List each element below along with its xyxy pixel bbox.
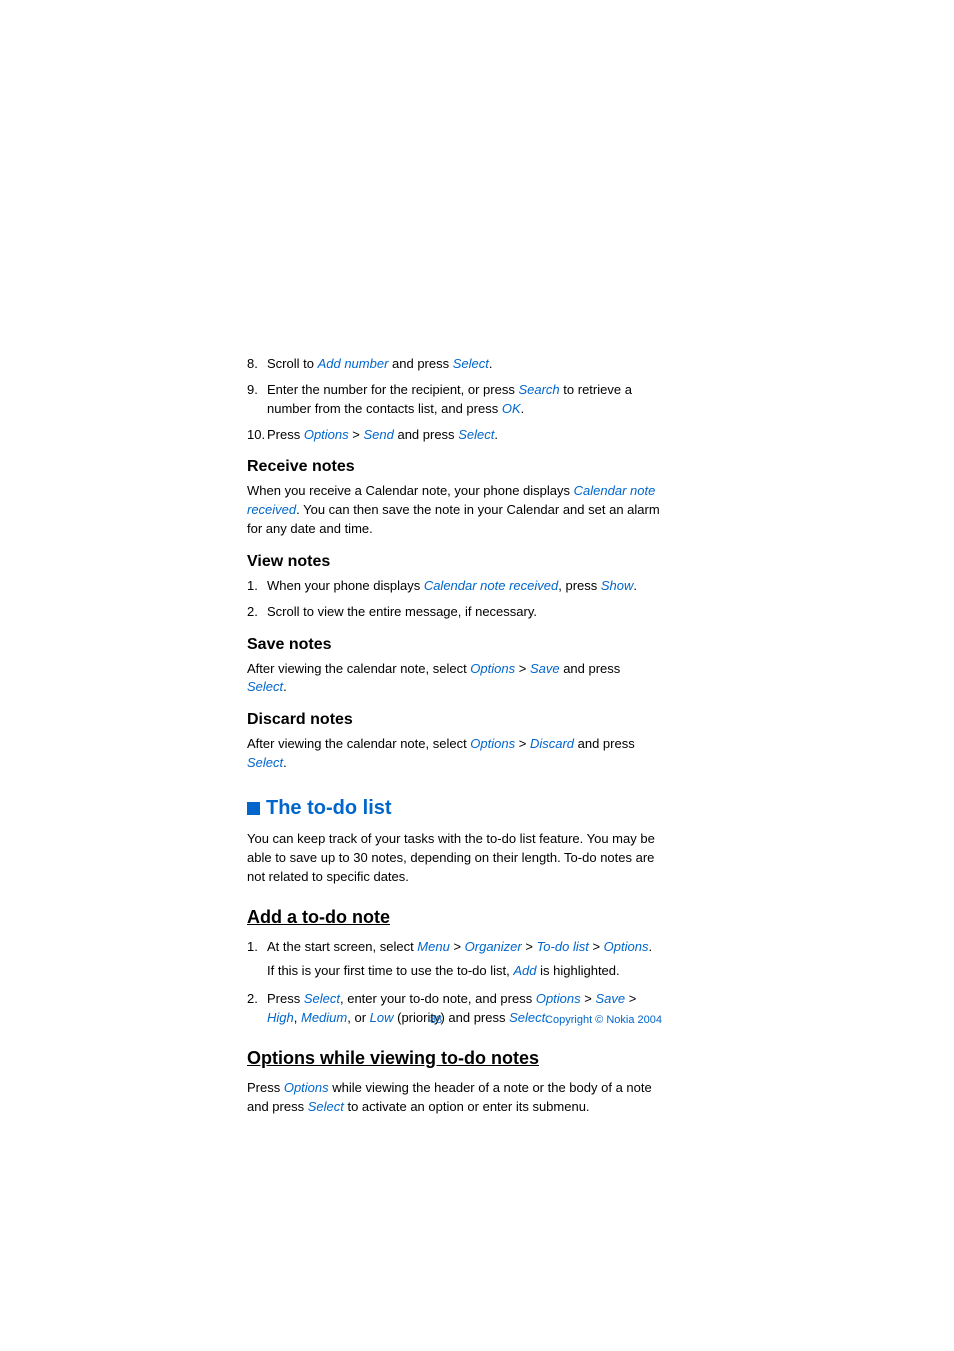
menu-link[interactable]: Menu bbox=[417, 939, 450, 954]
section-marker-icon bbox=[247, 802, 260, 815]
search-link[interactable]: Search bbox=[518, 382, 559, 397]
step-9: 9. Enter the number for the recipient, o… bbox=[247, 381, 662, 419]
select-link[interactable]: Select bbox=[453, 356, 489, 371]
save-notes-heading: Save notes bbox=[247, 636, 662, 654]
step-text: Scroll to Add number and press Select. bbox=[267, 355, 662, 374]
select-link[interactable]: Select bbox=[458, 427, 494, 442]
options-viewing-text: Press Options while viewing the header o… bbox=[247, 1079, 662, 1117]
step-text: When your phone displays Calendar note r… bbox=[267, 577, 662, 596]
send-link[interactable]: Send bbox=[363, 427, 393, 442]
options-link[interactable]: Options bbox=[284, 1080, 329, 1095]
addnote-step-1: 1. At the start screen, select Menu > Or… bbox=[247, 938, 662, 984]
add-todo-heading: Add a to-do note bbox=[247, 907, 662, 928]
options-link[interactable]: Options bbox=[470, 736, 515, 751]
organizer-link[interactable]: Organizer bbox=[465, 939, 522, 954]
receive-notes-text: When you receive a Calendar note, your p… bbox=[247, 482, 662, 539]
view-step-2: 2. Scroll to view the entire message, if… bbox=[247, 603, 662, 622]
view-notes-heading: View notes bbox=[247, 553, 662, 571]
options-link[interactable]: Options bbox=[304, 427, 349, 442]
select-link[interactable]: Select bbox=[308, 1099, 344, 1114]
step-text: At the start screen, select Menu > Organ… bbox=[267, 938, 662, 984]
add-number-link[interactable]: Add number bbox=[318, 356, 389, 371]
show-link[interactable]: Show bbox=[601, 578, 634, 593]
discard-link[interactable]: Discard bbox=[530, 736, 574, 751]
page-number: 88 bbox=[327, 1014, 545, 1026]
save-link[interactable]: Save bbox=[530, 661, 560, 676]
select-link[interactable]: Select bbox=[247, 755, 283, 770]
todo-intro: You can keep track of your tasks with th… bbox=[247, 830, 662, 887]
select-link[interactable]: Select bbox=[247, 679, 283, 694]
step-text: Press Options > Send and press Select. bbox=[267, 426, 662, 445]
options-link[interactable]: Options bbox=[604, 939, 649, 954]
step-number: 2. bbox=[247, 603, 267, 622]
step-number: 8. bbox=[247, 355, 267, 374]
step-text: Scroll to view the entire message, if ne… bbox=[267, 603, 662, 622]
copyright: Copyright © Nokia 2004 bbox=[545, 1014, 662, 1026]
options-viewing-heading: Options while viewing to-do notes bbox=[247, 1048, 662, 1069]
step-number: 10. bbox=[247, 426, 267, 445]
save-link[interactable]: Save bbox=[595, 991, 625, 1006]
todo-list-link[interactable]: To-do list bbox=[537, 939, 589, 954]
discard-notes-text: After viewing the calendar note, select … bbox=[247, 735, 662, 773]
step-8: 8. Scroll to Add number and press Select… bbox=[247, 355, 662, 374]
save-notes-text: After viewing the calendar note, select … bbox=[247, 660, 662, 698]
receive-notes-heading: Receive notes bbox=[247, 458, 662, 476]
step-number: 1. bbox=[247, 938, 267, 984]
step-number: 9. bbox=[247, 381, 267, 419]
options-link[interactable]: Options bbox=[536, 991, 581, 1006]
page-content: 8. Scroll to Add number and press Select… bbox=[247, 355, 662, 1124]
step-10: 10. Press Options > Send and press Selec… bbox=[247, 426, 662, 445]
sub-text: If this is your first time to use the to… bbox=[267, 962, 662, 981]
footer-spacer bbox=[247, 1014, 327, 1026]
page-footer: 88 Copyright © Nokia 2004 bbox=[247, 1014, 662, 1026]
step-number: 1. bbox=[247, 577, 267, 596]
select-link[interactable]: Select bbox=[304, 991, 340, 1006]
discard-notes-heading: Discard notes bbox=[247, 711, 662, 729]
options-link[interactable]: Options bbox=[470, 661, 515, 676]
calendar-note-received-link[interactable]: Calendar note received bbox=[424, 578, 558, 593]
step-text: Enter the number for the recipient, or p… bbox=[267, 381, 662, 419]
todo-section-title: The to-do list bbox=[247, 797, 662, 820]
ok-link[interactable]: OK bbox=[502, 401, 521, 416]
view-step-1: 1. When your phone displays Calendar not… bbox=[247, 577, 662, 596]
add-link[interactable]: Add bbox=[513, 963, 536, 978]
